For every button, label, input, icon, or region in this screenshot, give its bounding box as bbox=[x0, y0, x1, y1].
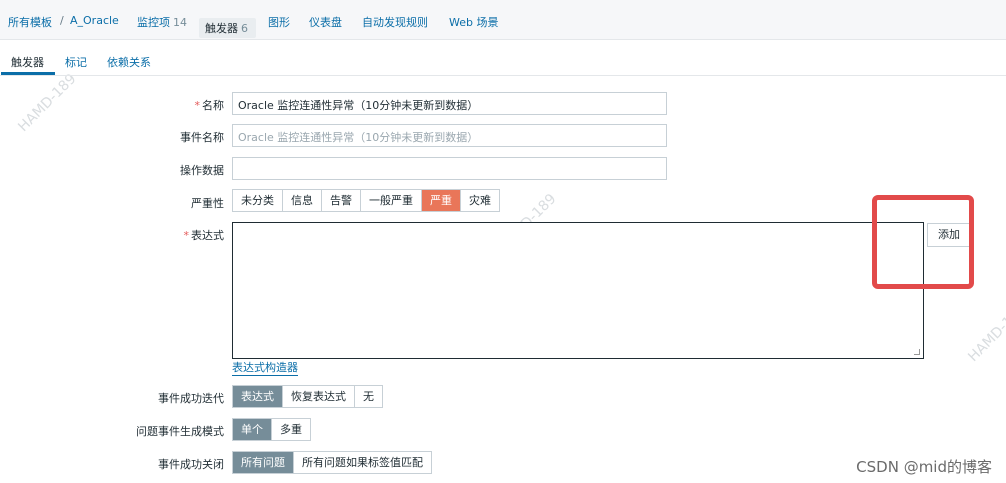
event-name-label: 事件名称 bbox=[180, 131, 224, 144]
tab-trigger[interactable]: 触发器 bbox=[11, 54, 44, 70]
breadcrumb-all-templates[interactable]: 所有模板 bbox=[8, 14, 52, 30]
severity-selector: 未分类 信息 告警 一般严重 严重 灾难 bbox=[232, 189, 500, 212]
severity-label: 严重性 bbox=[191, 197, 224, 210]
ok-event-generation-selector: 表达式 恢复表达式 无 bbox=[232, 385, 383, 408]
expression-label: * 表达式 bbox=[184, 227, 225, 243]
add-expression-button[interactable]: 添加 bbox=[927, 223, 971, 247]
operational-data-input[interactable] bbox=[232, 157, 667, 180]
breadcrumb-separator: / bbox=[60, 14, 64, 27]
resize-handle[interactable] bbox=[914, 349, 920, 355]
ok-event-generation-label: 事件成功迭代 bbox=[158, 392, 224, 405]
tab-triggers[interactable]: 触发器 6 bbox=[205, 20, 248, 36]
tab-discovery[interactable]: 自动发现规则 bbox=[362, 14, 428, 30]
tab-triggers-label: 触发器 bbox=[205, 22, 238, 35]
event-name-input[interactable]: Oracle 监控连通性异常（10分钟未更新到数据） bbox=[232, 124, 667, 147]
ok-event-expression[interactable]: 表达式 bbox=[233, 386, 283, 407]
tab-items[interactable]: 监控项 14 bbox=[137, 14, 187, 30]
required-marker: * bbox=[194, 99, 201, 112]
tab-graphs[interactable]: 图形 bbox=[268, 14, 290, 30]
ok-event-none[interactable]: 无 bbox=[355, 386, 382, 407]
severity-warning[interactable]: 告警 bbox=[322, 190, 361, 211]
tab-dashboards[interactable]: 仪表盘 bbox=[309, 14, 342, 30]
faint-watermark: HAMD-189 bbox=[965, 300, 1006, 366]
name-label-text: 名称 bbox=[202, 99, 224, 112]
problem-event-mode-label: 问题事件生成模式 bbox=[136, 425, 224, 438]
severity-high[interactable]: 严重 bbox=[422, 190, 461, 211]
faint-watermark: HAMD-189 bbox=[15, 70, 80, 136]
severity-not-classified[interactable]: 未分类 bbox=[233, 190, 283, 211]
breadcrumb-template[interactable]: A_Oracle bbox=[70, 14, 119, 27]
problem-mode-single[interactable]: 单个 bbox=[233, 419, 272, 440]
severity-information[interactable]: 信息 bbox=[283, 190, 322, 211]
csdn-watermark: CSDN @mid的博客 bbox=[856, 458, 992, 476]
closes-tag-match[interactable]: 所有问题如果标签值匹配 bbox=[294, 452, 431, 473]
ok-event-closes-label: 事件成功关闭 bbox=[158, 458, 224, 471]
tab-triggers-count: 6 bbox=[241, 22, 248, 35]
form-tabs: 触发器 标记 依赖关系 bbox=[0, 48, 1006, 76]
tab-tags[interactable]: 标记 bbox=[65, 54, 87, 70]
name-input[interactable]: Oracle 监控连通性异常（10分钟未更新到数据） bbox=[232, 92, 667, 115]
tab-items-count: 14 bbox=[173, 16, 187, 29]
expression-textarea[interactable] bbox=[232, 222, 924, 359]
severity-disaster[interactable]: 灾难 bbox=[461, 190, 499, 211]
severity-average[interactable]: 一般严重 bbox=[361, 190, 422, 211]
tab-items-label: 监控项 bbox=[137, 16, 170, 29]
active-tab-underline bbox=[1, 72, 55, 75]
expression-label-text: 表达式 bbox=[191, 229, 224, 242]
operational-data-label: 操作数据 bbox=[180, 164, 224, 177]
problem-mode-multiple[interactable]: 多重 bbox=[272, 419, 310, 440]
closes-all-problems[interactable]: 所有问题 bbox=[233, 452, 294, 473]
breadcrumb-nav: 所有模板 / A_Oracle 监控项 14 触发器 6 图形 仪表盘 自动发现规则… bbox=[0, 0, 1006, 40]
ok-event-closes-selector: 所有问题 所有问题如果标签值匹配 bbox=[232, 451, 432, 474]
required-marker: * bbox=[183, 229, 190, 242]
tab-dependencies[interactable]: 依赖关系 bbox=[107, 54, 151, 70]
ok-event-recovery-expression[interactable]: 恢复表达式 bbox=[283, 386, 355, 407]
tab-web[interactable]: Web 场景 bbox=[449, 14, 498, 30]
expression-constructor-link[interactable]: 表达式构造器 bbox=[232, 361, 298, 376]
problem-event-mode-selector: 单个 多重 bbox=[232, 418, 311, 441]
name-label: * 名称 bbox=[195, 97, 225, 113]
